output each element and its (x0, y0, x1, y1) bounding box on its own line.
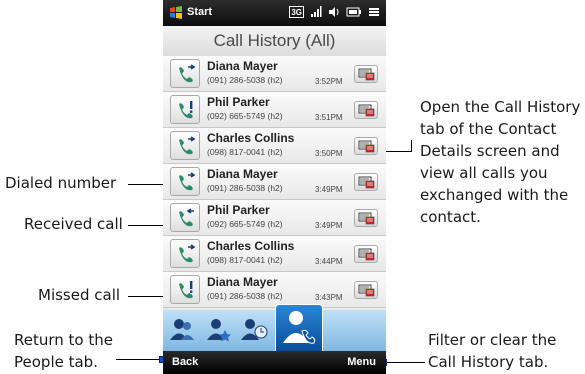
contact-name: Diana Mayer (207, 275, 278, 289)
back-softkey[interactable]: Back (172, 356, 198, 368)
call-time: 3:51PM (315, 113, 343, 122)
tab-call-history[interactable] (275, 304, 323, 351)
call-time: 3:50PM (315, 149, 343, 158)
start-label[interactable]: Start (187, 6, 212, 18)
phone-number: (091) 286-5038 (h2) (207, 291, 283, 301)
annotation-dialed-number: Dialed number (5, 174, 117, 192)
annotation-contact-line4: view all calls you (420, 164, 548, 182)
menu-softkey[interactable]: Menu (347, 356, 376, 368)
contact-details-button[interactable] (354, 245, 378, 263)
annotation-return-line1: Return to the (14, 331, 113, 349)
settings-menu-icon[interactable] (368, 6, 380, 18)
people-tab-bar (163, 304, 386, 351)
call-time: 3:43PM (315, 293, 343, 302)
contact-name: Phil Parker (207, 95, 270, 109)
missed-call-button[interactable] (170, 95, 200, 124)
call-time: 3:49PM (315, 185, 343, 194)
annotation-filter-line2: Call History tab. (428, 353, 549, 371)
favorite-contact-icon (207, 319, 231, 342)
leader-tick-contact (411, 140, 412, 152)
softkey-bar: Back Menu (163, 351, 386, 374)
dialed-call-button[interactable] (170, 239, 200, 268)
annotation-filter-line1: Filter or clear the (428, 331, 557, 349)
tab-updates[interactable] (239, 314, 269, 346)
contact-updates-icon (241, 319, 268, 340)
phone-number: (098) 817-0041 (h2) (207, 255, 283, 265)
dialed-call-icon (179, 136, 196, 155)
phone-screen: Start 3G Call History (All) Diana Mayer (… (163, 0, 386, 374)
contact-name: Charles Collins (207, 131, 295, 145)
volume-icon (328, 6, 340, 18)
annotation-missed-call: Missed call (38, 286, 121, 304)
contact-details-button[interactable] (354, 65, 378, 83)
battery-icon (346, 6, 362, 18)
annotation-contact-line6: contact. (420, 208, 481, 226)
contact-card-icon (358, 176, 375, 189)
network-3g-icon: 3G (289, 6, 304, 18)
leader-line-menu (385, 362, 425, 363)
call-list-item[interactable]: Diana Mayer (091) 286-5038 (h2) 3:52PM (163, 56, 386, 92)
windows-logo-icon[interactable] (169, 6, 183, 19)
contact-details-button[interactable] (354, 281, 378, 299)
call-time: 3:49PM (315, 221, 343, 230)
phone-number: (092) 665-5749 (h2) (207, 111, 283, 121)
contact-name: Charles Collins (207, 239, 295, 253)
signal-icon (310, 6, 322, 18)
phone-number: (098) 817-0041 (h2) (207, 147, 283, 157)
call-history-contact-icon (283, 311, 316, 344)
call-history-list: Diana Mayer (091) 286-5038 (h2) 3:52PM Phil… (163, 56, 386, 310)
people-icon (170, 319, 194, 340)
contact-name: Phil Parker (207, 203, 270, 217)
phone-number: (092) 665-5749 (h2) (207, 219, 283, 229)
contact-card-icon (358, 68, 375, 81)
contact-name: Diana Mayer (207, 167, 278, 181)
contact-details-button[interactable] (354, 209, 378, 227)
contact-card-icon (358, 212, 375, 225)
annotation-return-line2: People tab. (14, 353, 98, 371)
dialed-call-icon (179, 172, 196, 191)
dialed-call-button[interactable] (170, 59, 200, 88)
annotation-contact-line3: Details screen and (420, 142, 560, 160)
call-list-item[interactable]: Diana Mayer (091) 286-5038 (h2) 3:43PM (163, 272, 386, 308)
missed-call-button[interactable] (170, 275, 200, 304)
contact-card-icon (358, 284, 375, 297)
call-time: 3:44PM (315, 257, 343, 266)
contact-details-button[interactable] (354, 101, 378, 119)
contact-card-icon (358, 104, 375, 117)
dialed-call-icon (179, 64, 196, 83)
received-call-button[interactable] (170, 203, 200, 232)
call-list-item[interactable]: Phil Parker (092) 665-5749 (h2) 3:51PM (163, 92, 386, 128)
annotation-contact-line1: Open the Call History (420, 98, 581, 116)
status-bar: Start 3G (163, 0, 386, 26)
missed-call-icon (179, 101, 193, 119)
phone-number: (091) 286-5038 (h2) (207, 75, 283, 85)
missed-call-icon (179, 281, 193, 299)
phone-number: (091) 286-5038 (h2) (207, 183, 283, 193)
call-list-item[interactable]: Charles Collins (098) 817-0041 (h2) 3:50PM (163, 128, 386, 164)
contact-details-button[interactable] (354, 173, 378, 191)
contact-name: Diana Mayer (207, 59, 278, 73)
contact-card-icon (358, 248, 375, 261)
call-list-item[interactable]: Diana Mayer (091) 286-5038 (h2) 3:49PM (163, 164, 386, 200)
contact-card-icon (358, 140, 375, 153)
contact-details-button[interactable] (354, 137, 378, 155)
screen-title: Call History (All) (213, 31, 336, 50)
dialed-call-button[interactable] (170, 131, 200, 160)
annotation-received-call: Received call (24, 215, 123, 233)
call-list-item[interactable]: Charles Collins (098) 817-0041 (h2) 3:44PM (163, 236, 386, 272)
tab-people[interactable] (167, 314, 197, 346)
screen-title-bar: Call History (All) (163, 26, 386, 56)
dialed-call-icon (179, 244, 196, 263)
annotation-contact-line5: exchanged with the (420, 186, 569, 204)
dialed-call-button[interactable] (170, 167, 200, 196)
received-call-icon (179, 208, 194, 227)
tab-favorites[interactable] (203, 314, 233, 346)
call-time: 3:52PM (315, 77, 343, 86)
call-list-item[interactable]: Phil Parker (092) 665-5749 (h2) 3:49PM (163, 200, 386, 236)
annotation-contact-line2: tab of the Contact (420, 120, 557, 138)
